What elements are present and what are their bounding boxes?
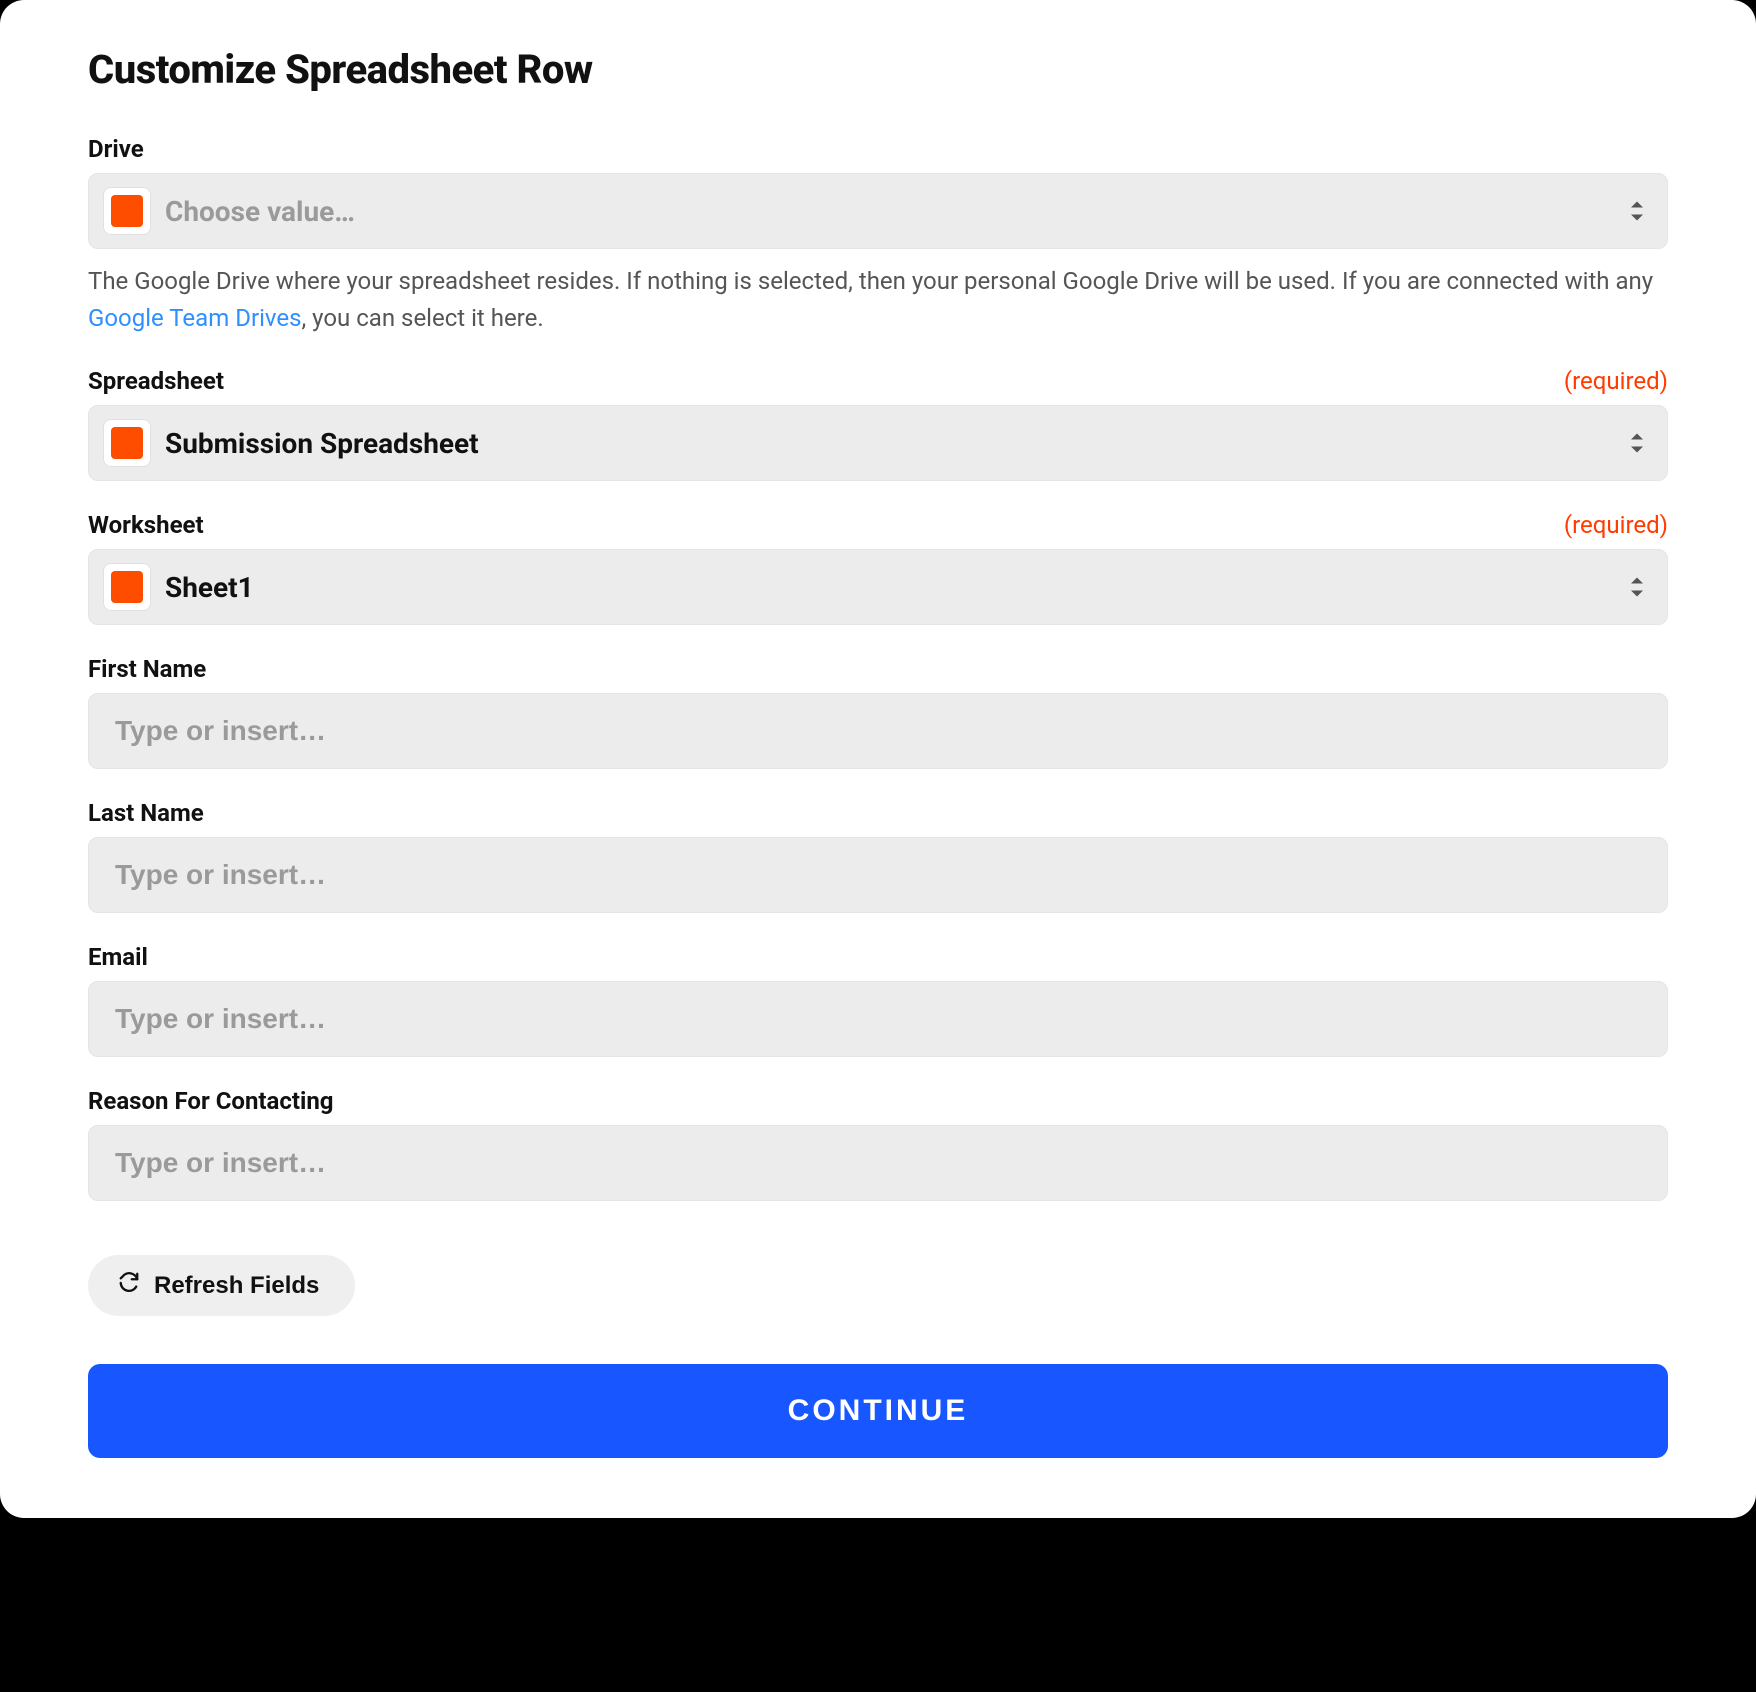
email-input-wrapper (88, 981, 1668, 1057)
last-name-input[interactable] (107, 859, 1649, 891)
google-team-drives-link[interactable]: Google Team Drives (88, 304, 302, 332)
refresh-icon (118, 1271, 140, 1300)
sheets-icon (103, 563, 151, 611)
worksheet-select[interactable]: Sheet1 (88, 549, 1668, 625)
chevron-up-down-icon (1629, 576, 1645, 599)
drive-label: Drive (88, 135, 144, 163)
drive-help-text: The Google Drive where your spreadsheet … (88, 263, 1668, 337)
reason-label: Reason For Contacting (88, 1087, 334, 1115)
drive-field: Drive Choose value… The Google Drive whe… (88, 135, 1668, 337)
first-name-label: First Name (88, 655, 206, 683)
refresh-fields-button[interactable]: Refresh Fields (88, 1255, 355, 1316)
drive-select-placeholder: Choose value… (165, 195, 355, 228)
customize-spreadsheet-row-panel: Customize Spreadsheet Row Drive Choose v… (0, 0, 1756, 1518)
worksheet-field: Worksheet (required) Sheet1 (88, 511, 1668, 625)
worksheet-label: Worksheet (88, 511, 204, 539)
spreadsheet-label: Spreadsheet (88, 367, 224, 395)
spreadsheet-select[interactable]: Submission Spreadsheet (88, 405, 1668, 481)
page-title: Customize Spreadsheet Row (88, 46, 1668, 93)
continue-button[interactable]: CONTINUE (88, 1364, 1668, 1458)
reason-input[interactable] (107, 1147, 1649, 1179)
spreadsheet-required: (required) (1564, 367, 1668, 395)
first-name-input-wrapper (88, 693, 1668, 769)
last-name-label: Last Name (88, 799, 204, 827)
first-name-input[interactable] (107, 715, 1649, 747)
last-name-input-wrapper (88, 837, 1668, 913)
reason-field: Reason For Contacting (88, 1087, 1668, 1201)
worksheet-required: (required) (1564, 511, 1668, 539)
drive-select[interactable]: Choose value… (88, 173, 1668, 249)
sheets-icon (103, 187, 151, 235)
spreadsheet-select-value: Submission Spreadsheet (165, 427, 479, 460)
last-name-field: Last Name (88, 799, 1668, 913)
email-label: Email (88, 943, 148, 971)
email-field: Email (88, 943, 1668, 1057)
first-name-field: First Name (88, 655, 1668, 769)
spreadsheet-field: Spreadsheet (required) Submission Spread… (88, 367, 1668, 481)
reason-input-wrapper (88, 1125, 1668, 1201)
refresh-fields-label: Refresh Fields (154, 1272, 319, 1300)
sheets-icon (103, 419, 151, 467)
worksheet-select-value: Sheet1 (165, 571, 254, 604)
email-input[interactable] (107, 1003, 1649, 1035)
chevron-up-down-icon (1629, 200, 1645, 223)
chevron-up-down-icon (1629, 432, 1645, 455)
